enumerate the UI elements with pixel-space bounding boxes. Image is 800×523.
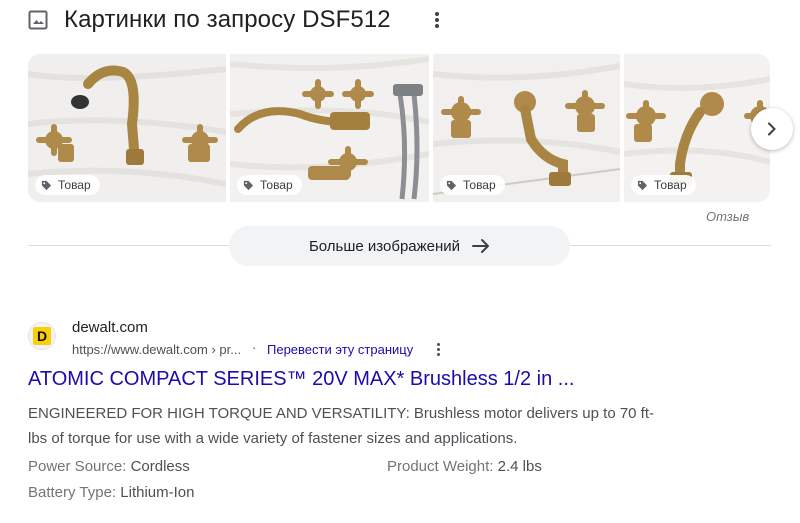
arrow-right-icon <box>472 239 490 253</box>
dewalt-logo-icon: D <box>33 327 51 345</box>
spec-battery-type: Battery Type: Lithium-Ion <box>28 484 194 501</box>
spec-product-weight: Product Weight: 2.4 lbs <box>387 458 542 475</box>
more-images-label: Больше изображений <box>308 237 461 255</box>
tag-icon <box>41 180 52 190</box>
tag-icon <box>637 180 648 190</box>
image-thumbnail-1[interactable]: Товар <box>28 54 226 202</box>
product-badge-label: Товар <box>58 178 91 192</box>
next-images-button[interactable] <box>751 108 793 150</box>
more-images-button[interactable]: Больше изображений <box>229 226 570 266</box>
translate-page-link[interactable]: Перевести эту страницу <box>267 342 413 357</box>
product-badge-1: Товар <box>35 175 100 195</box>
tag-icon <box>243 180 254 190</box>
result-options-icon[interactable] <box>433 342 443 358</box>
product-badge-4: Товар <box>631 175 696 195</box>
spec-key: Product Weight: <box>387 458 494 475</box>
image-thumbnail-2[interactable]: Товар <box>230 54 429 202</box>
result-title-link[interactable]: ATOMIC COMPACT SERIES™ 20V MAX* Brushles… <box>28 368 574 391</box>
spec-key: Battery Type: <box>28 484 117 501</box>
spec-key: Power Source: <box>28 458 127 475</box>
url-separator: · <box>252 340 257 355</box>
spec-power-source: Power Source: Cordless <box>28 458 190 475</box>
tag-icon <box>446 180 457 190</box>
spec-value: Lithium-Ion <box>120 484 195 501</box>
images-heading: Картинки по запросу DSF512 <box>64 6 391 33</box>
product-badge-2: Товар <box>237 175 302 195</box>
result-snippet: ENGINEERED FOR HIGH TORQUE AND VERSATILI… <box>28 401 728 451</box>
more-options-icon[interactable] <box>429 10 445 32</box>
snippet-line-2: lbs of torque for use with a wide variet… <box>28 430 518 447</box>
site-favicon[interactable]: D <box>28 322 56 350</box>
spec-value: 2.4 lbs <box>497 458 542 475</box>
image-icon <box>28 10 48 30</box>
snippet-line-1: ENGINEERED FOR HIGH TORQUE AND VERSATILI… <box>28 405 655 422</box>
image-thumbnail-3[interactable]: Товар <box>433 54 620 202</box>
image-thumbnail-4[interactable]: Товар <box>624 54 770 202</box>
chevron-right-icon <box>768 122 776 136</box>
feedback-link[interactable]: Отзыв <box>706 209 749 224</box>
result-url[interactable]: https://www.dewalt.com › pr... <box>72 342 241 357</box>
product-badge-label: Товар <box>260 178 293 192</box>
product-badge-label: Товар <box>463 178 496 192</box>
result-site-name[interactable]: dewalt.com <box>72 319 148 336</box>
product-badge-3: Товар <box>440 175 505 195</box>
spec-value: Cordless <box>130 458 190 475</box>
product-badge-label: Товар <box>654 178 687 192</box>
